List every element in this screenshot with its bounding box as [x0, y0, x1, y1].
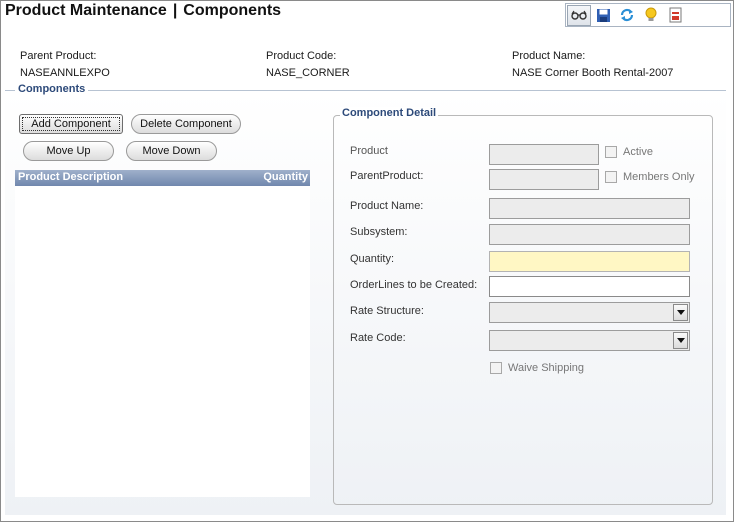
- members-only-checkbox[interactable]: [605, 171, 617, 183]
- move-up-button[interactable]: Move Up: [23, 141, 114, 161]
- view-button[interactable]: [567, 4, 591, 26]
- refresh-button[interactable]: [615, 5, 639, 26]
- subsystem-field[interactable]: [489, 224, 690, 245]
- save-icon: [596, 8, 610, 22]
- rate-code-label: Rate Code:: [350, 332, 406, 344]
- quantity-field[interactable]: [489, 251, 690, 272]
- glasses-icon: [571, 10, 587, 20]
- parent-product-info: Parent Product: NASEANNLEXPO: [20, 50, 110, 79]
- report-button[interactable]: [663, 5, 687, 26]
- product-label: Product: [350, 145, 388, 157]
- delete-component-button[interactable]: Delete Component: [131, 114, 241, 134]
- parent-product-value: NASEANNLEXPO: [20, 67, 110, 79]
- rate-structure-label: Rate Structure:: [350, 305, 424, 317]
- page-title-section: Components: [183, 2, 282, 19]
- product-name-info: Product Name: NASE Corner Booth Rental-2…: [512, 50, 673, 79]
- column-product-description[interactable]: Product Description: [18, 171, 123, 183]
- members-only-label: Members Only: [623, 171, 695, 183]
- refresh-icon: [620, 8, 634, 22]
- components-legend: Components: [15, 83, 89, 95]
- title-separator: |: [172, 2, 178, 19]
- list-header: Product Description Quantity: [15, 170, 310, 186]
- product-field[interactable]: [489, 144, 599, 165]
- product-name-field-label: Product Name:: [350, 200, 424, 212]
- waive-shipping-label: Waive Shipping: [508, 362, 585, 374]
- orderlines-field[interactable]: [489, 276, 690, 297]
- components-list[interactable]: Product Description Quantity: [15, 170, 310, 497]
- product-code-info: Product Code: NASE_CORNER: [266, 50, 350, 79]
- rate-code-dropdown-button[interactable]: [673, 332, 688, 349]
- subsystem-label: Subsystem:: [350, 226, 408, 238]
- rate-code-select[interactable]: [489, 330, 690, 351]
- active-label: Active: [623, 146, 653, 158]
- lightbulb-icon: [645, 7, 657, 21]
- column-quantity[interactable]: Quantity: [263, 171, 308, 183]
- waive-shipping-checkbox[interactable]: [490, 362, 502, 374]
- active-checkbox[interactable]: [605, 146, 617, 158]
- product-code-value: NASE_CORNER: [266, 67, 350, 79]
- product-code-label: Product Code:: [266, 50, 337, 62]
- parent-product-field[interactable]: [489, 169, 599, 190]
- move-down-button[interactable]: Move Down: [126, 141, 217, 161]
- toolbar: [565, 3, 731, 27]
- rate-structure-select[interactable]: [489, 302, 690, 323]
- help-button[interactable]: [639, 5, 663, 26]
- chevron-down-icon: [676, 310, 685, 315]
- product-name-value: NASE Corner Booth Rental-2007: [512, 67, 674, 79]
- orderlines-label: OrderLines to be Created:: [350, 279, 478, 291]
- save-button[interactable]: [591, 5, 615, 26]
- quantity-label: Quantity:: [350, 253, 395, 265]
- page-title: Product Maintenance | Components: [5, 2, 281, 20]
- product-name-label: Product Name:: [512, 50, 586, 62]
- parent-product-field-label: ParentProduct:: [350, 170, 424, 182]
- component-detail-legend: Component Detail: [340, 107, 439, 119]
- page-title-module: Product Maintenance: [5, 2, 167, 19]
- report-icon: [669, 7, 681, 23]
- parent-product-label: Parent Product:: [20, 50, 97, 62]
- chevron-down-icon: [676, 338, 685, 343]
- rate-structure-dropdown-button[interactable]: [673, 304, 688, 321]
- add-component-button[interactable]: Add Component: [19, 114, 123, 134]
- product-name-field[interactable]: [489, 198, 690, 219]
